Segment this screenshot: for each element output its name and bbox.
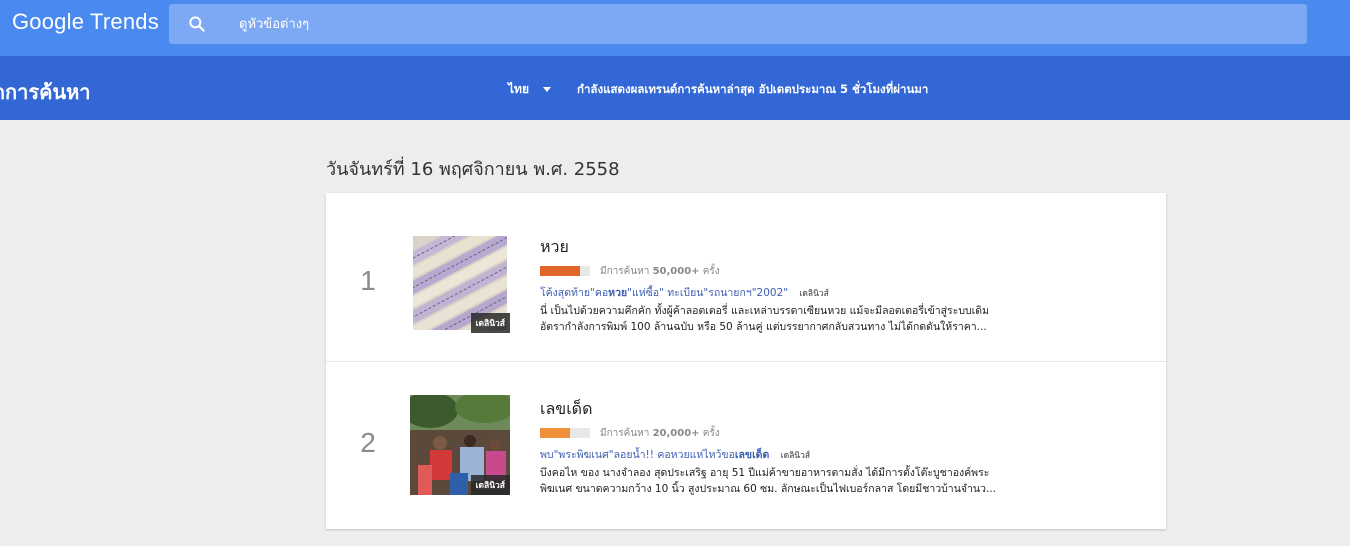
headline-text: โค้งสุดท้าย"คอ xyxy=(540,287,609,299)
volume-text: มีการค้นหา 20,000+ ครั้ง xyxy=(600,426,720,441)
news-snippet-line: อัตรากำลังการพิมพ์ 100 ล้านฉบับ หรือ 50 … xyxy=(540,321,987,333)
news-snippet-line: บึงคอไห ของ นางจำลอง สุดประเสริฐ อายุ 51… xyxy=(540,467,990,479)
volume-value: 20,000+ xyxy=(652,427,700,439)
volume-suffix: ครั้ง xyxy=(702,427,720,439)
news-snippet-line: พิฆเนศ ขนาดความกว้าง 10 นิ้ว สูงประมาณ 6… xyxy=(540,483,997,495)
news-snippet-line: นี่ เป็นไปด้วยความคึกคัก ทั้งผู้ค้าลอตเต… xyxy=(540,305,989,317)
trend-row[interactable]: 2 เดลินิวส์ เลขเด็ด มีการค้นหา 20,000+ ค… xyxy=(326,361,1166,529)
google-trends-logo[interactable]: Google Trends xyxy=(12,8,159,36)
volume-suffix: ครั้ง xyxy=(702,265,720,277)
volume-value: 50,000+ xyxy=(652,265,700,277)
volume-prefix: มีการค้นหา xyxy=(600,427,650,439)
trend-info: เลขเด็ด มีการค้นหา 20,000+ ครั้ง พบ"พระพ… xyxy=(540,397,1070,497)
volume-text: มีการค้นหา 50,000+ ครั้ง xyxy=(600,264,720,279)
trend-info: หวย มีการค้นหา 50,000+ ครั้ง โค้งสุดท้าย… xyxy=(540,235,1070,335)
trend-rank: 1 xyxy=(360,265,376,296)
chevron-down-icon xyxy=(542,87,551,92)
volume-bar xyxy=(540,266,590,276)
region-label: ไทย xyxy=(508,82,529,96)
trend-topic[interactable]: เลขเด็ด xyxy=(540,397,1070,422)
search-volume: มีการค้นหา 20,000+ ครั้ง xyxy=(540,426,1070,440)
headline-keyword: เลขเด็ด xyxy=(734,449,770,461)
sub-header: ดการค้นหา ไทย กำลังแสดงผลเทรนด์การค้นหาล… xyxy=(0,56,1350,120)
trend-rank: 2 xyxy=(360,427,376,458)
headline-text: พบ"พระพิฆเนศ"ลอยน้ำ!! คอหวยแห่ไหว้ขอ xyxy=(540,449,735,461)
volume-bar-fill xyxy=(540,266,580,276)
page-title: ดการค้นหา xyxy=(0,80,91,104)
update-status-text: กำลังแสดงผลเทรนด์การค้นหาล่าสุด อัปเดตปร… xyxy=(577,82,929,96)
trend-thumbnail[interactable]: เดลินิวส์ xyxy=(410,233,510,333)
trend-row[interactable]: 1 เดลินิวส์ หวย มีการค้นหา 50,000+ ครั้ง… xyxy=(326,193,1166,361)
search-icon[interactable] xyxy=(187,14,207,34)
trend-topic[interactable]: หวย xyxy=(540,235,1070,260)
top-app-bar: Google Trends xyxy=(0,0,1350,56)
headline-keyword: หวย xyxy=(608,287,628,299)
volume-prefix: มีการค้นหา xyxy=(600,265,650,277)
search-input[interactable] xyxy=(239,4,1239,44)
region-selector[interactable]: ไทย xyxy=(508,80,551,99)
thumbnail-source-label: เดลินิวส์ xyxy=(470,475,510,495)
volume-bar xyxy=(540,428,590,438)
volume-bar-fill xyxy=(540,428,570,438)
trend-list-card: 1 เดลินิวส์ หวย มีการค้นหา 50,000+ ครั้ง… xyxy=(326,193,1166,529)
thumbnail-source-label: เดลินิวส์ xyxy=(470,313,510,333)
news-headline-line: โค้งสุดท้าย"คอหวย"แห่ซื้อ" ทะเบียน"รถนาย… xyxy=(540,284,1070,301)
headline-text: "แห่ซื้อ" ทะเบียน"รถนายกฯ"2002" xyxy=(627,287,789,299)
news-source: เดลินิวส์ xyxy=(799,289,829,299)
news-source: เดลินิวส์ xyxy=(780,451,811,461)
trend-thumbnail[interactable]: เดลินิวส์ xyxy=(410,395,510,495)
search-volume: มีการค้นหา 50,000+ ครั้ง xyxy=(540,264,1070,278)
news-headline-link[interactable]: พบ"พระพิฆเนศ"ลอยน้ำ!! คอหวยแห่ไหว้ขอเลขเ… xyxy=(540,449,769,461)
date-heading: วันจันทร์ที่ 16 พฤศจิกายน พ.ศ. 2558 xyxy=(326,159,620,180)
news-headline-line: พบ"พระพิฆเนศ"ลอยน้ำ!! คอหวยแห่ไหว้ขอเลขเ… xyxy=(540,446,1070,463)
search-box[interactable] xyxy=(169,4,1307,44)
news-headline-link[interactable]: โค้งสุดท้าย"คอหวย"แห่ซื้อ" ทะเบียน"รถนาย… xyxy=(540,287,788,299)
